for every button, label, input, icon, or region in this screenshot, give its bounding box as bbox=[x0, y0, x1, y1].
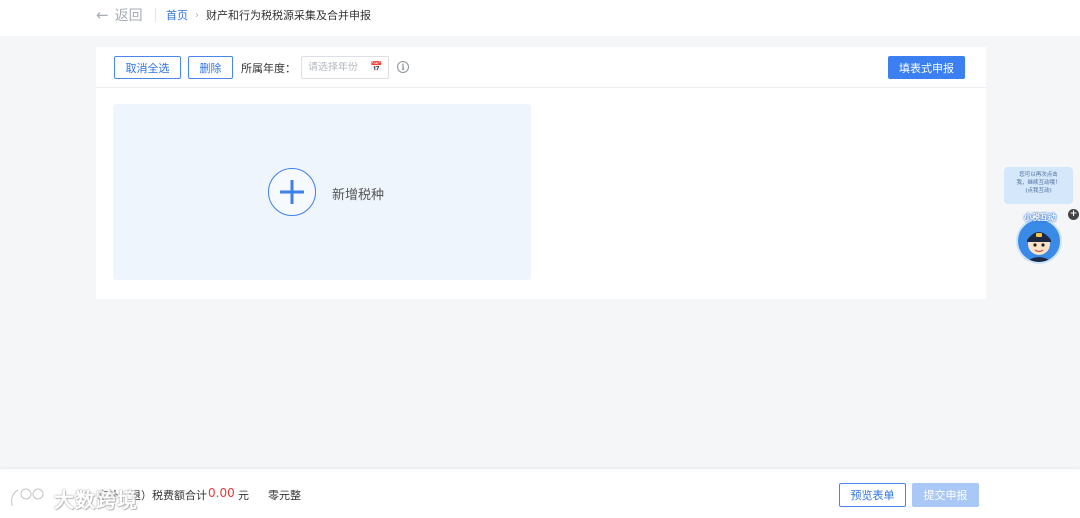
divider bbox=[155, 8, 156, 22]
breadcrumb-home-link[interactable]: 首页 bbox=[166, 7, 188, 23]
watermark-text: 大数跨境 bbox=[54, 487, 138, 512]
calendar-icon: 📅 bbox=[370, 62, 383, 73]
assistant-expand-icon[interactable]: + bbox=[1068, 209, 1079, 220]
footer-bar: 应补（退）税费额合计 0.00 元 零元整 预览表单 提交申报 bbox=[0, 469, 1080, 518]
amount-in-words: 零元整 bbox=[268, 489, 301, 502]
assistant-bubble-line: (点我互动) bbox=[1025, 188, 1052, 194]
main-panel: 取消全选 删除 所属年度： 📅 i 填表式申报 新增税种 bbox=[96, 47, 986, 299]
back-label: 返回 bbox=[114, 8, 143, 24]
chevron-right-icon: › bbox=[195, 9, 199, 21]
submit-declaration-button[interactable]: 提交申报 bbox=[912, 483, 979, 507]
year-label: 所属年度： bbox=[241, 62, 296, 75]
breadcrumb: 首页 › 财产和行为税税源采集及合并申报 bbox=[166, 6, 371, 24]
breadcrumb-current: 财产和行为税税源采集及合并申报 bbox=[206, 9, 371, 22]
plus-circle-icon bbox=[268, 168, 316, 216]
add-tax-type-label: 新增税种 bbox=[332, 188, 385, 203]
preview-form-button[interactable]: 预览表单 bbox=[839, 483, 906, 507]
assistant-bubble[interactable]: 您可以再次点击 我，继续互动哦！ (点我互动) bbox=[1004, 167, 1073, 204]
year-input[interactable] bbox=[308, 62, 370, 73]
year-picker[interactable]: 📅 bbox=[301, 56, 389, 79]
watermark-logo-icon bbox=[10, 487, 45, 507]
fill-form-declare-button[interactable]: 填表式申报 bbox=[888, 56, 965, 79]
watermark: 大数跨境 bbox=[8, 484, 138, 512]
assistant-name: 小税互动 bbox=[1024, 213, 1056, 222]
assistant-bubble-line: 我，继续互动哦！ bbox=[1016, 180, 1061, 186]
delete-button[interactable]: 删除 bbox=[188, 56, 233, 79]
total-amount: 0.00 bbox=[208, 486, 235, 500]
info-icon[interactable]: i bbox=[397, 61, 409, 73]
top-bar: ← 返回 首页 › 财产和行为税税源采集及合并申报 bbox=[0, 0, 1080, 36]
toolbar: 取消全选 删除 所属年度： 📅 i 填表式申报 bbox=[96, 47, 986, 88]
add-tax-type-card[interactable]: 新增税种 bbox=[113, 104, 531, 280]
assistant-bubble-line: 您可以再次点击 bbox=[1019, 172, 1058, 178]
arrow-left-icon: ← bbox=[96, 6, 109, 24]
back-button[interactable]: ← 返回 bbox=[96, 4, 143, 26]
cancel-select-all-button[interactable]: 取消全选 bbox=[114, 56, 181, 79]
currency-label: 元 bbox=[238, 489, 249, 502]
